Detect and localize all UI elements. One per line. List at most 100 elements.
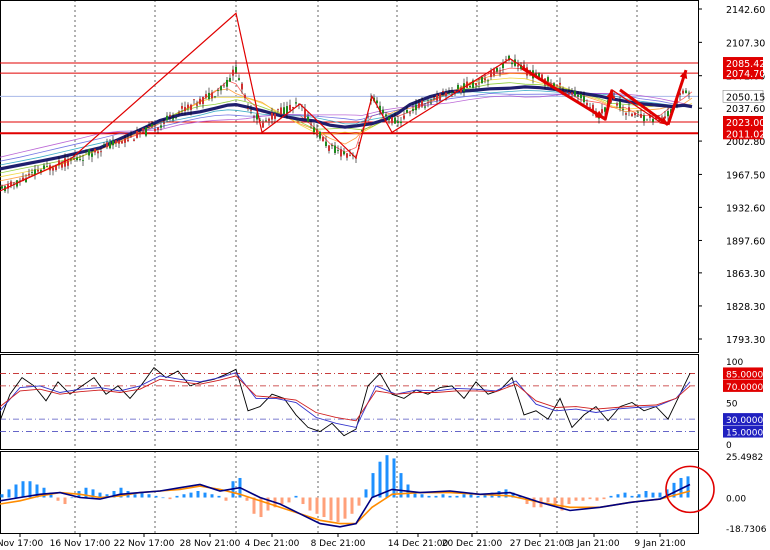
candle-body bbox=[31, 171, 33, 173]
candle-body bbox=[481, 77, 483, 84]
candle-body bbox=[580, 94, 582, 99]
candle-body bbox=[286, 106, 288, 114]
candle-body bbox=[400, 121, 402, 124]
candle-body bbox=[136, 130, 138, 138]
candle-body bbox=[628, 107, 630, 112]
candle-body bbox=[28, 173, 30, 176]
candle-body bbox=[565, 91, 567, 93]
oscillator-axis-label: 50 bbox=[726, 400, 738, 410]
candle-body bbox=[643, 115, 645, 122]
candle-body bbox=[619, 101, 621, 109]
macd-histogram-bar bbox=[546, 497, 550, 503]
macd-histogram-bar bbox=[532, 497, 536, 508]
candle-body bbox=[1, 186, 3, 189]
candle-body bbox=[640, 114, 642, 118]
macd-histogram-bar bbox=[189, 492, 193, 498]
chart-window: 2142.602107.302072.002037.602002.801967.… bbox=[0, 0, 770, 550]
candle-body bbox=[169, 114, 171, 117]
macd-histogram-bar bbox=[630, 495, 634, 498]
oscillator-level-label: 85.0000 bbox=[726, 370, 763, 380]
macd-histogram-bar bbox=[588, 497, 592, 500]
time-axis-label: 28 Nov 21:00 bbox=[180, 539, 241, 549]
candle-body bbox=[412, 108, 414, 111]
candle-body bbox=[178, 111, 180, 113]
candle-body bbox=[196, 104, 198, 106]
candle-body bbox=[622, 109, 624, 111]
macd-histogram-bar bbox=[343, 497, 347, 519]
candle-body bbox=[436, 94, 438, 101]
candle-body bbox=[478, 83, 480, 85]
candle-body bbox=[85, 151, 87, 153]
candle-body bbox=[418, 103, 420, 108]
candle-body bbox=[187, 104, 189, 109]
candle-body bbox=[445, 92, 447, 96]
macd-histogram-bar bbox=[581, 497, 585, 501]
candle-body bbox=[556, 84, 558, 86]
candle-body bbox=[184, 107, 186, 112]
candle-body bbox=[328, 145, 330, 151]
macd-histogram-bar bbox=[378, 461, 382, 498]
macd-histogram-bar bbox=[147, 494, 151, 498]
oscillator-axis-label: 100 bbox=[726, 358, 743, 368]
candle-body bbox=[109, 141, 111, 149]
time-axis-label: 16 Nov 17:00 bbox=[50, 539, 111, 549]
time-axis-label: Nov 17:00 bbox=[0, 539, 43, 549]
candle-body bbox=[271, 112, 273, 120]
candle-body bbox=[682, 90, 684, 94]
candle-body bbox=[376, 100, 378, 104]
candle-body bbox=[334, 145, 336, 153]
candle-body bbox=[220, 85, 222, 91]
candle-body bbox=[517, 65, 519, 67]
macd-histogram-bar bbox=[210, 494, 214, 498]
candle-body bbox=[208, 92, 210, 100]
macd-histogram-bar bbox=[329, 497, 333, 521]
macd-histogram-bar bbox=[637, 494, 641, 498]
macd-axis-label: -18.7306 bbox=[726, 525, 767, 535]
oscillator-axis-label: 0 bbox=[726, 441, 732, 451]
chart-background bbox=[0, 0, 770, 550]
macd-histogram-bar bbox=[0, 494, 4, 498]
price-axis-label: 1897.60 bbox=[726, 236, 765, 247]
candle-body bbox=[112, 140, 114, 146]
candle-body bbox=[319, 131, 321, 139]
candle-body bbox=[433, 97, 435, 99]
candle-body bbox=[235, 66, 237, 73]
macd-histogram-bar bbox=[245, 497, 249, 501]
candle-body bbox=[115, 140, 117, 143]
candle-body bbox=[685, 90, 687, 94]
candle-body bbox=[241, 83, 243, 90]
macd-axis-label: 25.4982 bbox=[726, 453, 763, 463]
candle-body bbox=[331, 145, 333, 147]
macd-histogram-bar bbox=[651, 492, 655, 498]
price-axis-label: 1793.30 bbox=[726, 335, 765, 346]
candle-body bbox=[163, 122, 165, 124]
candle-body bbox=[496, 67, 498, 72]
candle-body bbox=[451, 92, 453, 94]
oscillator-level-label: 30.0000 bbox=[726, 416, 763, 426]
macd-histogram-bar bbox=[371, 473, 375, 498]
candle-body bbox=[79, 158, 81, 160]
price-axis-label: 2142.60 bbox=[726, 5, 765, 16]
candle-body bbox=[322, 136, 324, 142]
macd-histogram-bar bbox=[287, 497, 291, 503]
candle-body bbox=[64, 158, 66, 167]
candle-body bbox=[577, 94, 579, 97]
candle-body bbox=[313, 127, 315, 133]
oscillator-level-label: 15.0000 bbox=[726, 429, 763, 439]
candle-body bbox=[88, 149, 90, 156]
candle-body bbox=[394, 117, 396, 124]
candle-body bbox=[190, 104, 192, 110]
macd-histogram-bar bbox=[420, 494, 424, 498]
candle-body bbox=[568, 92, 570, 94]
macd-histogram-bar bbox=[301, 497, 305, 505]
candle-body bbox=[82, 160, 84, 162]
macd-histogram-bar bbox=[133, 494, 137, 498]
macd-histogram-bar bbox=[56, 497, 60, 501]
macd-histogram-bar bbox=[196, 490, 200, 498]
time-axis-label: 3 Jan 21:00 bbox=[568, 539, 620, 549]
candle-body bbox=[148, 126, 150, 127]
candle-body bbox=[145, 127, 147, 136]
candle-body bbox=[646, 119, 648, 121]
candle-body bbox=[211, 92, 213, 99]
macd-histogram-bar bbox=[168, 497, 172, 500]
